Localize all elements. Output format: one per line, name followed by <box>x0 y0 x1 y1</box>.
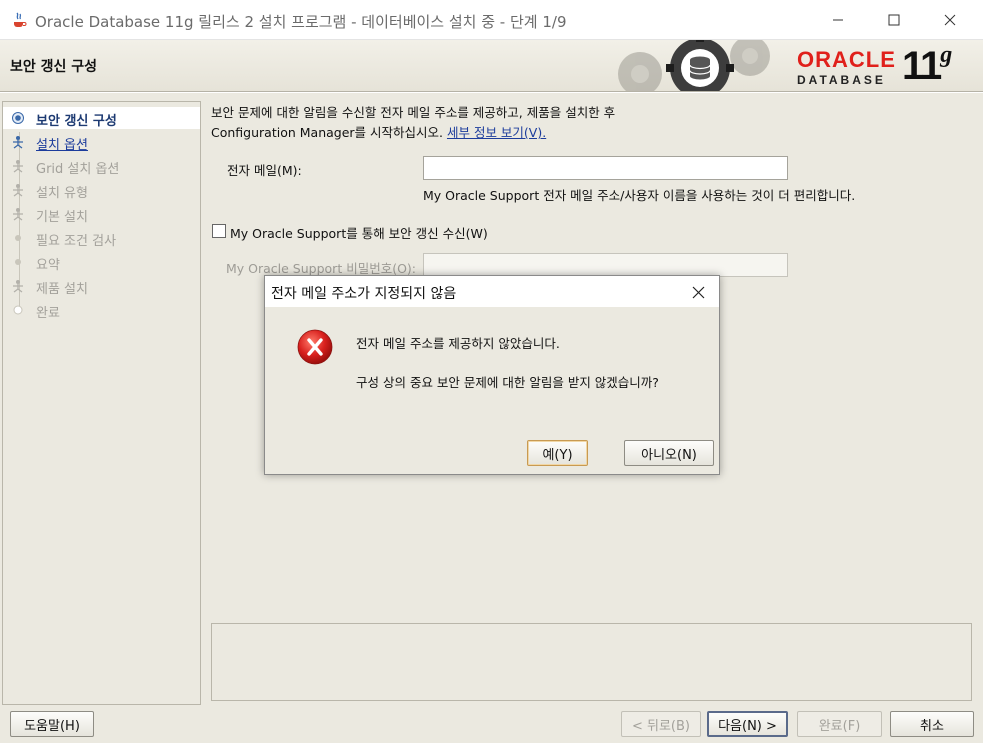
oracle-logo: ORACLE <box>797 47 896 72</box>
email-not-specified-dialog: 전자 메일 주소가 지정되지 않음 전자 메일 주소를 제공하지 않았습니다. … <box>264 275 720 475</box>
dialog-title: 전자 메일 주소가 지정되지 않음 <box>271 286 457 302</box>
step-label: 요약 <box>36 258 60 273</box>
close-icon <box>944 14 956 26</box>
no-button[interactable]: 아니오(N) <box>624 440 714 466</box>
back-button[interactable]: < 뒤로(B) <box>621 711 701 737</box>
email-hint: My Oracle Support 전자 메일 주소/사용자 이름을 사용하는 … <box>423 188 856 203</box>
step-person-icon <box>13 184 23 197</box>
step-typical-install: 기본 설치 <box>3 203 200 225</box>
cancel-button[interactable]: 취소 <box>890 711 974 737</box>
password-field[interactable] <box>423 253 788 277</box>
version-number: 11 <box>902 44 942 88</box>
next-button[interactable]: 다음(N) > <box>707 711 788 737</box>
step-label: 보안 갱신 구성 <box>36 114 117 129</box>
java-cup-icon <box>14 12 27 27</box>
dialog-message-1: 전자 메일 주소를 제공하지 않았습니다. <box>356 336 560 351</box>
dialog-close-button[interactable] <box>685 279 711 305</box>
window-title: Oracle Database 11g 릴리스 2 설치 프로그램 - 데이터베… <box>35 13 567 31</box>
maximize-icon <box>888 14 900 26</box>
help-button[interactable]: 도움말(H) <box>10 711 94 737</box>
step-install-product: 제품 설치 <box>3 275 200 297</box>
step-person-icon <box>13 280 23 293</box>
header-banner: 보안 갱신 구성 ORACLE DATABASE 11g <box>0 40 983 92</box>
step-label: 제품 설치 <box>36 282 88 297</box>
database-logo-text: DATABASE <box>797 73 886 87</box>
step-person-icon <box>13 160 23 173</box>
step-pending-icon <box>15 235 21 241</box>
step-label: 기본 설치 <box>36 210 88 225</box>
step-install-type: 설치 유형 <box>3 179 200 201</box>
finish-button[interactable]: 완료(F) <box>797 711 882 737</box>
dialog-titlebar: 전자 메일 주소가 지정되지 않음 <box>265 276 719 307</box>
version-suffix: g <box>940 42 952 68</box>
step-security-updates[interactable]: 보안 갱신 구성 <box>3 107 200 129</box>
receive-updates-checkbox[interactable] <box>212 224 226 238</box>
view-details-link[interactable]: 세부 정보 보기(V). <box>447 125 546 140</box>
step-label: 필요 조건 검사 <box>36 234 117 249</box>
step-label: 완료 <box>36 306 60 321</box>
email-label: 전자 메일(M): <box>227 163 302 178</box>
step-pending-icon <box>15 259 21 265</box>
step-label: 설치 유형 <box>36 186 88 201</box>
step-person-icon <box>13 208 23 221</box>
step-install-options[interactable]: 설치 옵션 <box>3 131 200 153</box>
step-prerequisite-checks: 필요 조건 검사 <box>3 227 200 249</box>
receive-updates-label: My Oracle Support를 통해 보안 갱신 수신(W) <box>230 226 488 241</box>
intro-line-1: 보안 문제에 대한 알림을 수신할 전자 메일 주소를 제공하고, 제품을 설치… <box>211 105 616 120</box>
step-person-icon <box>13 136 23 149</box>
intro-line-2: Configuration Manager를 시작하십시오. 세부 정보 보기(… <box>211 123 971 143</box>
dialog-message-2: 구성 상의 중요 보안 문제에 대한 알림을 받지 않겠습니까? <box>356 375 659 390</box>
maximize-button[interactable] <box>866 0 922 40</box>
minimize-icon <box>833 19 843 21</box>
step-label: 설치 옵션 <box>36 138 88 153</box>
intro-text: 보안 문제에 대한 알림을 수신할 전자 메일 주소를 제공하고, 제품을 설치… <box>211 103 971 143</box>
step-grid-install-options: Grid 설치 옵션 <box>3 155 200 177</box>
yes-button[interactable]: 예(Y) <box>527 440 588 466</box>
step-current-icon <box>12 112 24 124</box>
step-summary: 요약 <box>3 251 200 273</box>
minimize-button[interactable] <box>810 0 866 40</box>
close-window-button[interactable] <box>922 0 978 40</box>
page-title: 보안 갱신 구성 <box>10 59 98 75</box>
step-finish: 완료 <box>3 299 200 321</box>
window-titlebar: Oracle Database 11g 릴리스 2 설치 프로그램 - 데이터베… <box>0 0 983 40</box>
version-logo: 11g <box>902 42 952 89</box>
step-label: Grid 설치 옵션 <box>36 162 120 177</box>
close-icon <box>692 286 704 298</box>
step-end-icon <box>13 305 23 315</box>
email-field[interactable] <box>423 156 788 180</box>
error-icon <box>297 329 333 365</box>
gears-database-icon <box>618 40 770 91</box>
steps-panel: 보안 갱신 구성 설치 옵션 Grid 설치 옵션 설치 유형 기본 설치 필요… <box>2 101 201 705</box>
intro-line-2-text: Configuration Manager를 시작하십시오. <box>211 125 443 140</box>
message-area <box>211 623 972 701</box>
